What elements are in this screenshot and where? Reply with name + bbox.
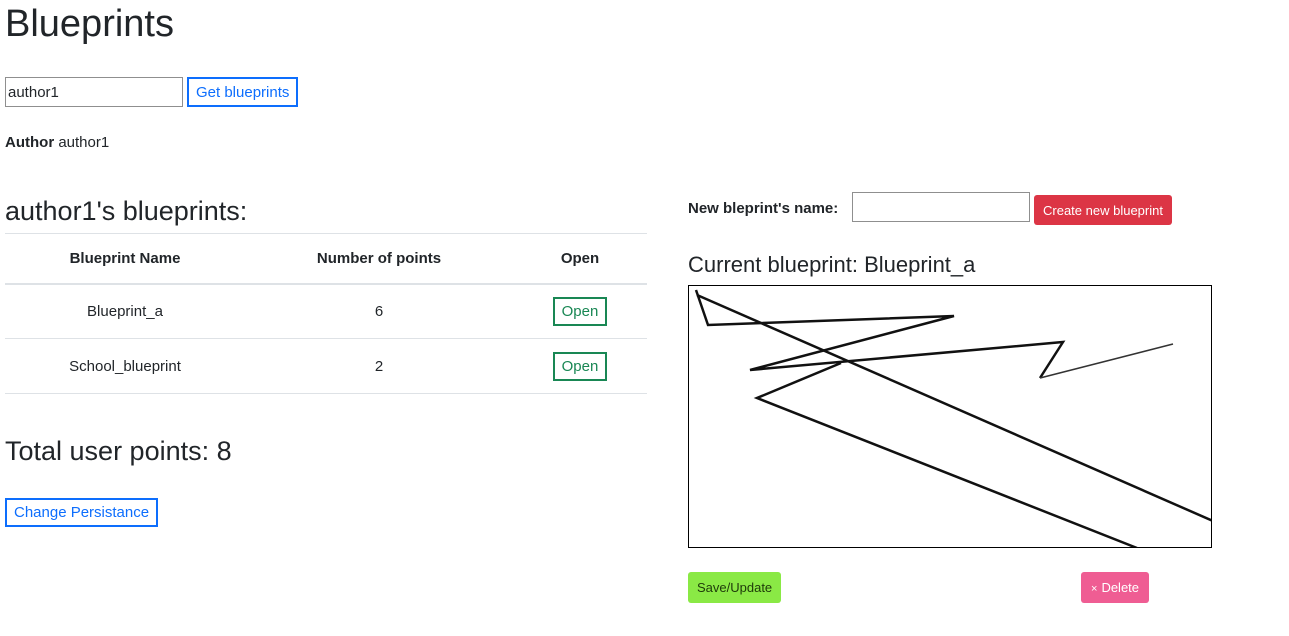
blueprint-path-lower: [753, 361, 1138, 547]
get-blueprints-button[interactable]: Get blueprints: [187, 77, 299, 107]
total-user-points: Total user points: 8: [5, 436, 232, 466]
author-search-input[interactable]: [5, 77, 183, 107]
author-line: Author author1: [5, 134, 109, 151]
delete-button[interactable]: × Delete: [1081, 572, 1150, 603]
new-blueprint-name-label: New bleprint's name:: [688, 200, 839, 217]
column-header-name: Blueprint Name: [5, 233, 245, 285]
table-row: Blueprint_a 6 Open: [5, 283, 647, 339]
open-blueprint-button[interactable]: Open: [552, 351, 608, 381]
new-blueprint-name-input[interactable]: [852, 192, 1030, 222]
blueprints-list-title: author1's blueprints:: [5, 196, 248, 226]
blueprint-points-cell: 2: [245, 338, 513, 394]
blueprint-drawing: [694, 289, 1211, 547]
blueprint-path-thick: [694, 289, 1066, 379]
table-row: School_blueprint 2 Open: [5, 338, 647, 394]
page-title: Blueprints: [5, 3, 174, 45]
blueprint-path-diagonal: [696, 293, 1211, 522]
save-update-button[interactable]: Save/Update: [688, 572, 782, 603]
open-blueprint-button[interactable]: Open: [552, 296, 608, 326]
blueprint-name-cell: Blueprint_a: [5, 283, 245, 339]
blueprint-name-cell: School_blueprint: [5, 338, 245, 394]
author-label: Author: [5, 134, 55, 151]
create-blueprint-button[interactable]: Create new blueprint: [1034, 195, 1172, 225]
blueprint-path-thin: [1039, 343, 1174, 379]
blueprint-canvas[interactable]: [688, 285, 1212, 548]
blueprint-open-cell: Open: [513, 338, 647, 394]
author-name: author1: [58, 134, 110, 151]
blueprint-points-cell: 6: [245, 283, 513, 339]
change-persistence-button[interactable]: Change Persistance: [5, 498, 159, 527]
table-header-row: Blueprint Name Number of points Open: [5, 233, 647, 285]
blueprint-open-cell: Open: [513, 283, 647, 339]
column-header-open: Open: [513, 233, 647, 285]
blueprints-table: Blueprint Name Number of points Open Blu…: [5, 233, 647, 394]
delete-icon: ×: [1091, 583, 1098, 595]
column-header-points: Number of points: [245, 233, 513, 285]
delete-label: Delete: [1101, 580, 1140, 595]
current-blueprint-title: Current blueprint: Blueprint_a: [688, 252, 976, 277]
